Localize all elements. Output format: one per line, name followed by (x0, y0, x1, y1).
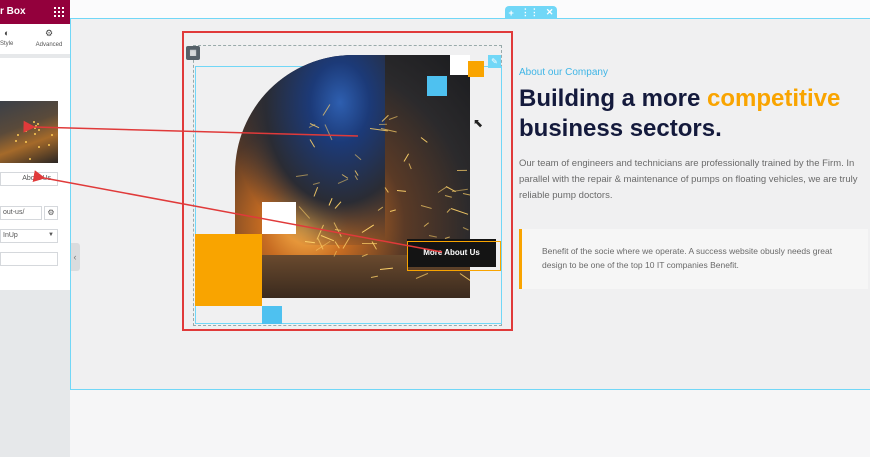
spark (33, 126, 36, 129)
quote-text: Benefit of the socie where we operate. A… (542, 246, 833, 270)
half-circle-icon: ◐ (3, 28, 10, 38)
tabs-divider (0, 54, 70, 58)
heading-part-2: business sectors. (519, 115, 722, 142)
spark (17, 134, 20, 137)
widgets-grid-icon[interactable] (54, 7, 64, 17)
add-section-icon[interactable]: + (509, 8, 514, 18)
spark (34, 132, 37, 135)
spark (50, 134, 53, 137)
spark (36, 122, 39, 125)
spark (37, 129, 40, 132)
canvas-empty-area (70, 390, 870, 457)
chevron-down-icon: ▼ (48, 232, 54, 238)
body-paragraph: Our team of engineers and technicians ar… (519, 158, 858, 201)
page-heading: Building a more competitive business sec… (519, 84, 869, 144)
annotation-red-frame (182, 31, 513, 331)
link-url-field[interactable]: out-us/ (0, 206, 42, 220)
title-text-field[interactable]: About Us (0, 172, 58, 186)
gear-icon: ⚙ (44, 28, 54, 38)
spark (24, 130, 27, 133)
link-options-gear-icon[interactable]: ⚙ (44, 206, 58, 220)
drag-section-icon[interactable]: ⋮⋮ (521, 7, 539, 18)
close-section-icon[interactable]: ✕ (546, 7, 554, 18)
section-handle[interactable]: + ⋮⋮ ✕ (505, 6, 557, 19)
panel-title: r Box (0, 6, 26, 17)
quote-box: Benefit of the socie where we operate. A… (519, 229, 868, 289)
editor-panel: r Box ◐ Style ⚙ Advanced About Us out-us… (0, 0, 70, 457)
panel-content: r Box ◐ Style ⚙ Advanced About Us out-us… (0, 0, 70, 290)
spark (15, 139, 17, 142)
empty-input-field[interactable] (0, 252, 58, 266)
tab-advanced-label: Advanced (35, 42, 63, 48)
animation-select[interactable]: InUp ▼ (0, 229, 58, 243)
tab-advanced[interactable]: ⚙ Advanced (34, 28, 64, 48)
mouse-cursor-icon: ⬉ (473, 116, 484, 130)
spark (34, 124, 37, 127)
canvas-top-strip (70, 0, 870, 18)
heading-accent-word: competitive (707, 85, 841, 112)
tab-style[interactable]: ◐ Style (0, 28, 13, 47)
heading-part-1: Building a more (519, 85, 708, 112)
image-preview-thumbnail[interactable] (0, 101, 58, 163)
animation-select-value: InUp (3, 232, 18, 239)
spark (28, 158, 31, 161)
tab-style-label: Style (0, 41, 14, 47)
spark (24, 140, 27, 143)
section-eyebrow: About our Company (519, 67, 608, 78)
spark (47, 144, 50, 147)
spark (38, 146, 41, 149)
panel-header: r Box (0, 0, 70, 24)
spark (33, 121, 36, 124)
